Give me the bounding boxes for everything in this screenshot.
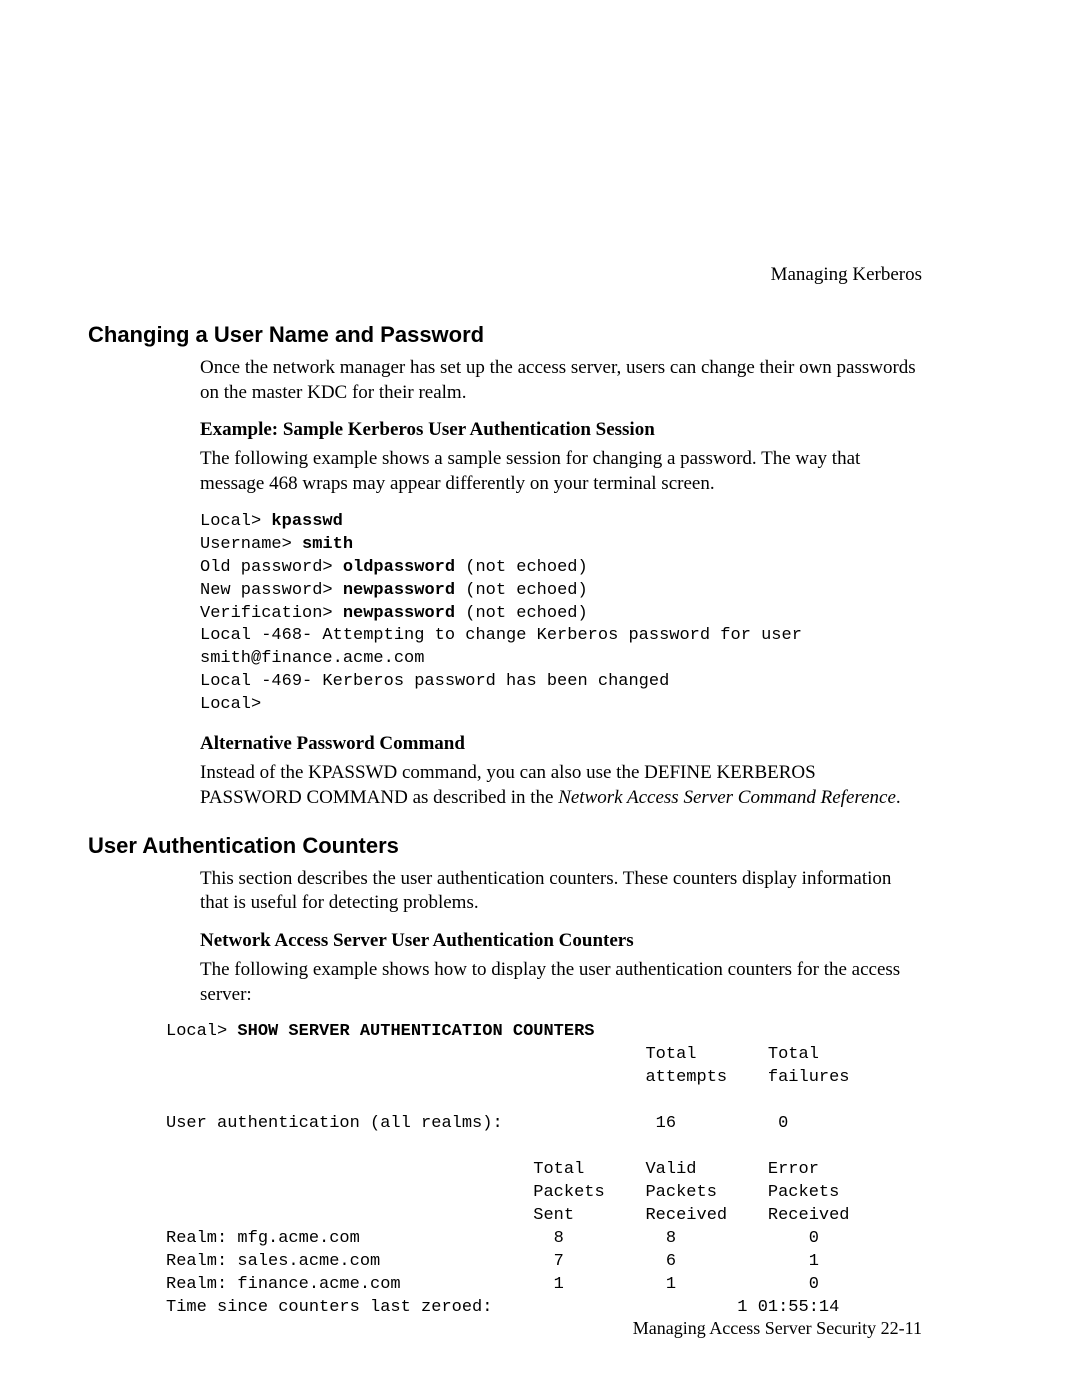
chapter-header: Managing Kerberos [88, 264, 922, 286]
code-line: Total Total [166, 1045, 819, 1064]
section2-intro: This section describes the user authenti… [200, 867, 922, 916]
section1-intro: Once the network manager has set up the … [200, 356, 922, 405]
page: Managing Kerberos Changing a User Name a… [0, 0, 1080, 1396]
code-line: Local> kpasswd [200, 512, 343, 531]
code-line: Packets Packets Packets [166, 1183, 839, 1202]
code-line: User authentication (all realms): 16 0 [166, 1114, 788, 1133]
code-line: Local> SHOW SERVER AUTHENTICATION COUNTE… [166, 1022, 594, 1041]
example-session-body: The following example shows a sample ses… [200, 447, 922, 496]
alt-password-body: Instead of the KPASSWD command, you can … [200, 761, 922, 810]
section2-body: This section describes the user authenti… [200, 867, 922, 1008]
nas-counters-body: The following example shows how to displ… [200, 958, 922, 1007]
example-session-heading: Example: Sample Kerberos User Authentica… [200, 419, 922, 441]
code-line: Total Valid Error [166, 1160, 819, 1179]
section1-body: Once the network manager has set up the … [200, 356, 922, 811]
code-line: Realm: sales.acme.com 7 6 1 [166, 1252, 819, 1271]
code-line: Local -469- Kerberos password has been c… [200, 672, 669, 691]
code-line: Verification> newpassword (not echoed) [200, 604, 588, 623]
counters-output-code: Local> SHOW SERVER AUTHENTICATION COUNTE… [166, 1021, 922, 1319]
code-line: attempts failures [166, 1068, 850, 1087]
code-line: Sent Received Received [166, 1206, 850, 1225]
nas-counters-heading: Network Access Server User Authenticatio… [200, 930, 922, 952]
code-line: Realm: finance.acme.com 1 1 0 [166, 1275, 819, 1294]
code-line: Realm: mfg.acme.com 8 8 0 [166, 1229, 819, 1248]
page-footer: Managing Access Server Security 22-11 [633, 1318, 922, 1339]
code-line: Time since counters last zeroed: 1 01:55… [166, 1298, 839, 1317]
code-line: Local -468- Attempting to change Kerbero… [200, 626, 802, 645]
section-changing-password-title: Changing a User Name and Password [88, 322, 922, 348]
code-line: New password> newpassword (not echoed) [200, 581, 588, 600]
code-line: Username> smith [200, 535, 353, 554]
kpasswd-session-code: Local> kpasswd Username> smith Old passw… [200, 511, 922, 717]
code-line: Local> [200, 695, 261, 714]
code-line: smith@finance.acme.com [200, 649, 424, 668]
section-auth-counters-title: User Authentication Counters [88, 833, 922, 859]
code-line: Old password> oldpassword (not echoed) [200, 558, 588, 577]
alt-password-heading: Alternative Password Command [200, 733, 922, 755]
